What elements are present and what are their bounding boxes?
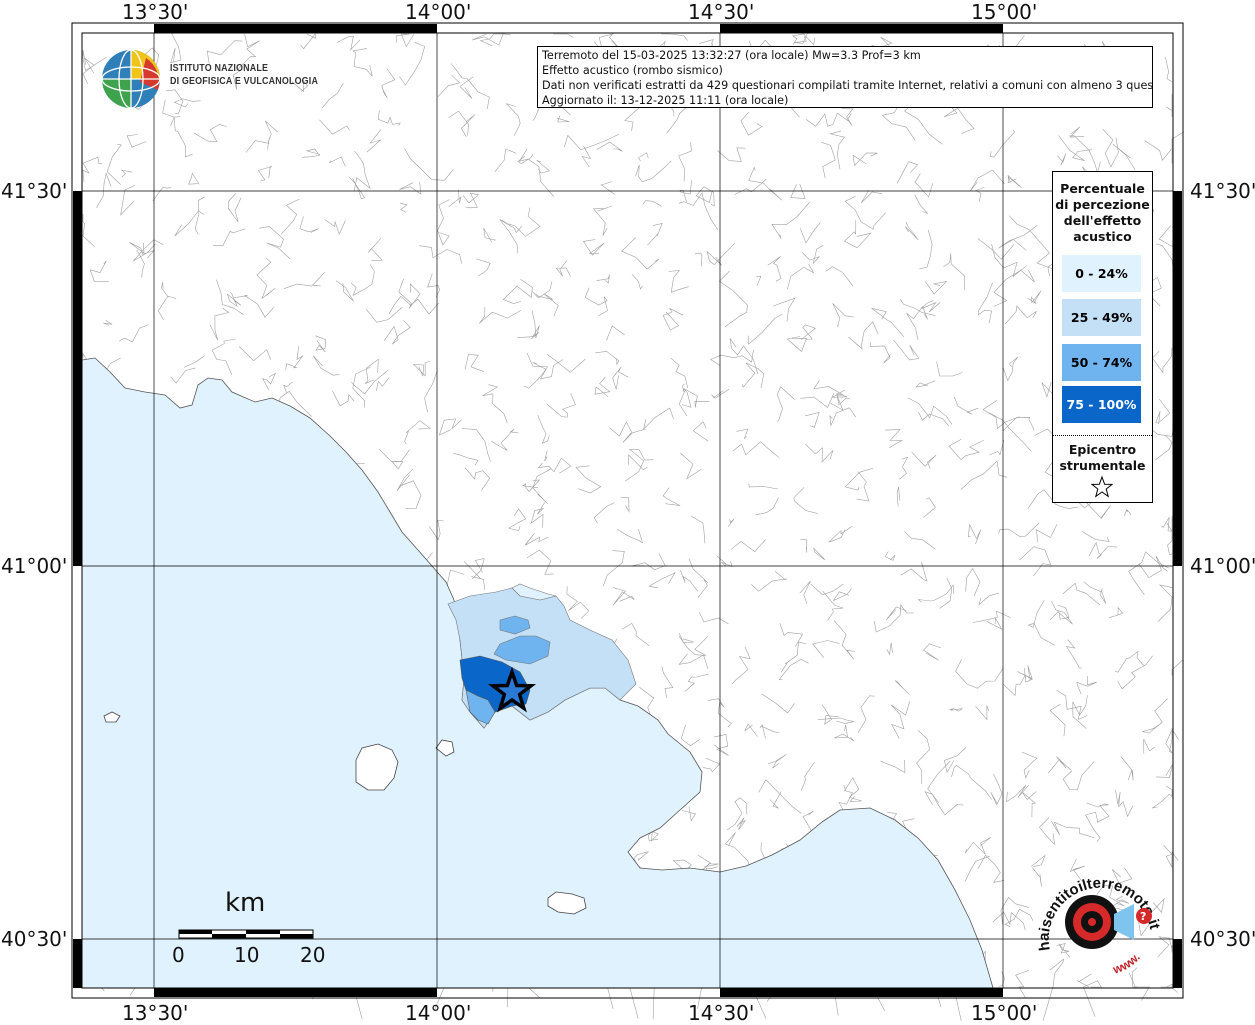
legend-title-line1: Percentuale (1060, 181, 1145, 196)
legend-epicenter-line2: strumentale (1059, 458, 1146, 473)
lon-label-1330-top: 13°30' (122, 0, 189, 24)
lat-label-4130-left: 41°30' (1, 179, 68, 203)
lat-label-4030-right: 40°30' (1190, 927, 1255, 951)
legend-star-icon (1091, 476, 1113, 498)
globe-logo-icon (101, 49, 161, 109)
lat-label-4100-right: 41°00' (1190, 554, 1255, 578)
event-info-line2: Effetto acustico (rombo sismico) (542, 64, 723, 77)
svg-text:www.: www. (1110, 950, 1143, 977)
event-info-line1: Terremoto del 15-03-2025 13:32:27 (ora l… (542, 49, 921, 62)
legend-epicenter-title: Epicentro strumentale (1053, 442, 1152, 474)
scale-unit: km (225, 888, 266, 918)
lon-label-1400-top: 14°00' (405, 0, 472, 24)
scale-tick-20: 20 (300, 943, 326, 967)
scale-tick-0: 0 (172, 943, 185, 967)
svg-text:?: ? (1140, 910, 1146, 923)
legend-title-line3: dell'effetto (1063, 213, 1142, 228)
legend-item-75-100: 75 - 100% (1062, 386, 1141, 423)
institute-name-line2: DI GEOFISICA E VULCANOLOGIA (170, 75, 319, 87)
lat-label-4100-left: 41°00' (1, 554, 68, 578)
lat-label-4130-right: 41°30' (1190, 179, 1255, 203)
lat-label-4030-left: 40°30' (1, 927, 68, 951)
lon-label-1330-bottom: 13°30' (122, 1001, 189, 1025)
scale-tick-10: 10 (234, 943, 260, 967)
legend-separator (1053, 435, 1152, 436)
legend-item-25-49: 25 - 49% (1062, 299, 1141, 336)
legend-title-line4: acustico (1073, 229, 1132, 244)
lon-label-1400-bottom: 14°00' (405, 1001, 472, 1025)
institute-name-line1: ISTITUTO NAZIONALE (170, 62, 269, 74)
event-info-line4: Aggiornato il: 13-12-2025 11:11 (ora loc… (542, 94, 789, 107)
institute-name: ISTITUTO NAZIONALE DI GEOFISICA E VULCAN… (170, 62, 318, 88)
speaker-target-icon: haisentitoilterremoto.it www. ? (1036, 875, 1163, 977)
event-info-box: Terremoto del 15-03-2025 13:32:27 (ora l… (537, 46, 1153, 108)
legend-title-line2: di percezione (1055, 197, 1150, 212)
legend-item-0-24: 0 - 24% (1062, 255, 1141, 292)
lon-label-1430-top: 14°30' (688, 0, 755, 24)
legend-epicenter-line1: Epicentro (1068, 442, 1137, 457)
scale-bar (178, 929, 314, 939)
lon-label-1500-top: 15°00' (971, 0, 1038, 24)
lon-label-1500-bottom: 15°00' (971, 1001, 1038, 1025)
legend-title: Percentuale di percezione dell'effetto a… (1053, 172, 1152, 245)
lon-label-1430-bottom: 14°30' (688, 1001, 755, 1025)
legend: Percentuale di percezione dell'effetto a… (1052, 171, 1153, 503)
event-info-line3: Dati non verificati estratti da 429 ques… (542, 79, 1153, 92)
legend-item-50-74: 50 - 74% (1062, 344, 1141, 381)
badge-url: www. (1110, 950, 1143, 977)
